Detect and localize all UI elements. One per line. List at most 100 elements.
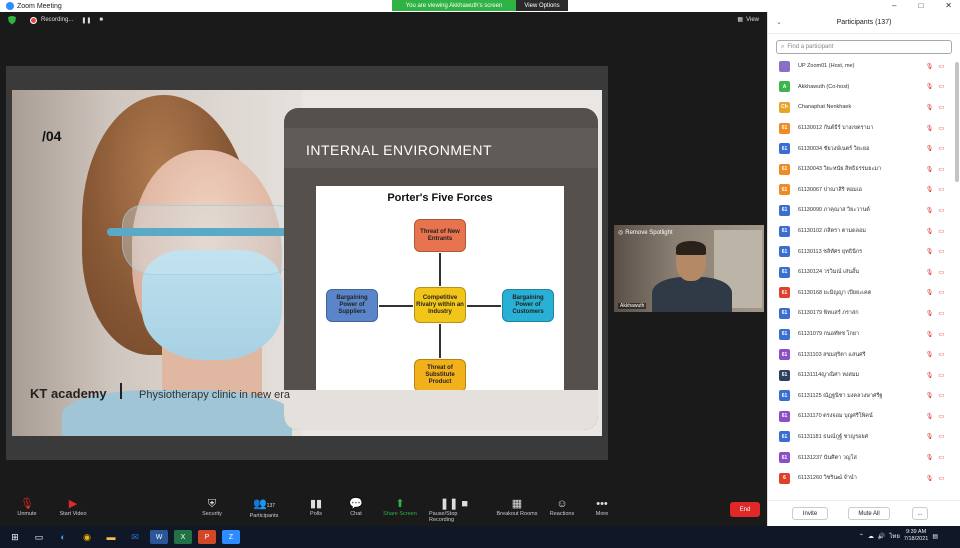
video-off-icon: ▭: [938, 84, 944, 91]
participant-row[interactable]: 6 61131260 วิชรินฒ์ จำนำ 🎙 ▭: [768, 468, 954, 489]
breakout-rooms-icon: ▦: [511, 498, 523, 510]
participant-status-icons: 🎙 ▭: [926, 310, 944, 317]
video-off-icon: ▭: [938, 104, 944, 111]
video-off-icon: ▭: [938, 413, 944, 420]
invite-button[interactable]: Invite: [792, 507, 828, 520]
participant-search-input[interactable]: ⌕ Find a participant: [776, 40, 952, 54]
mic-muted-icon: 🎙: [925, 352, 934, 359]
participant-status-icons: 🎙 ▭: [926, 392, 944, 399]
excel-icon[interactable]: X: [174, 530, 192, 544]
maximize-button[interactable]: □: [918, 1, 923, 10]
security-button[interactable]: ⛨ Security: [187, 498, 237, 517]
participant-name: 61131079 กนอทัทช โกยา: [798, 331, 860, 338]
tray-chevron-icon[interactable]: ⌃: [859, 533, 864, 540]
participant-row[interactable]: 61 61130067 ปาณาสิริ หอมเอ 🎙 ▭: [768, 180, 954, 201]
participant-list-scrollbar[interactable]: [955, 62, 959, 182]
video-off-icon: ▭: [938, 475, 944, 482]
end-meeting-button[interactable]: End: [730, 502, 760, 517]
participant-row[interactable]: 61 61130012 กันต์ธีร์ บางเขตรามา 🎙 ▭: [768, 118, 954, 139]
participant-status-icons: 🎙 ▭: [926, 125, 944, 132]
recording-label: Recording...: [41, 17, 74, 23]
video-off-icon: ▭: [938, 372, 944, 379]
participant-avatar: 61: [779, 328, 790, 340]
participant-row[interactable]: 61 61130102 ภสิตรา ตามดลอม 🎙 ▭: [768, 221, 954, 242]
chat-button[interactable]: 💬 Chat: [331, 498, 381, 517]
notifications-icon[interactable]: ▤: [932, 533, 938, 540]
clock[interactable]: 9:39 AM 7/18/2021: [904, 529, 928, 543]
minimize-button[interactable]: –: [892, 1, 896, 10]
view-options-button[interactable]: View Options: [516, 0, 568, 11]
participant-name: 61131260 วิชรินฒ์ จำนำ: [798, 475, 857, 482]
view-label: View: [746, 16, 759, 23]
collapse-panel-chevron-icon[interactable]: ⌄: [776, 18, 782, 26]
share-screen-button[interactable]: ⬆ Share Screen: [375, 498, 425, 517]
polls-icon: ▮▮: [309, 498, 323, 510]
participant-row[interactable]: 61 61131181 ธนณ์ภูฐ์ ชาญรอยศ 🎙 ▭: [768, 427, 954, 448]
participant-row[interactable]: UP Zoom01 (Host, me) 🎙 ▭: [768, 56, 954, 77]
language-indicator[interactable]: ไทย: [889, 531, 900, 541]
stop-recording-icon[interactable]: ■: [99, 17, 103, 23]
participant-status-icons: 🎙 ▭: [926, 269, 944, 276]
edge-browser-icon[interactable]: ◐: [54, 530, 72, 544]
participants-button[interactable]: 👥137 Participants: [239, 498, 289, 519]
participant-avatar: [779, 60, 790, 72]
zoom-taskbar-icon[interactable]: Z: [222, 530, 240, 544]
participant-avatar: 61: [779, 143, 790, 155]
mic-muted-icon: 🎙: [925, 146, 934, 153]
participant-row[interactable]: 61 61131170 ตรงจอม บุญศรีโพิคน์ 🎙 ▭: [768, 406, 954, 427]
participant-row[interactable]: 61 61130043 วิยะหนัย สิทธิธรรมยะมา 🎙 ▭: [768, 159, 954, 180]
video-off-icon: ▭: [938, 228, 944, 235]
video-off-icon: ▭: [938, 249, 944, 256]
task-view-icon[interactable]: ▭: [30, 530, 48, 544]
participant-row[interactable]: 61 61130124 วรวิมณ์ เส่นอั้น 🎙 ▭: [768, 262, 954, 283]
mic-muted-icon: 🎙: [925, 63, 934, 70]
start-video-button[interactable]: ▶ Start Video: [48, 498, 98, 517]
file-explorer-icon[interactable]: ▬: [102, 530, 120, 544]
participant-status-icons: 🎙 ▭: [926, 166, 944, 173]
start-menu-icon[interactable]: ⊞: [6, 530, 24, 544]
unmute-button[interactable]: 🎙 Unmute: [2, 498, 52, 517]
participant-name: 61130067 ปาณาสิริ หอมเอ: [798, 186, 862, 193]
view-button[interactable]: ▦ View: [737, 16, 759, 24]
more-button[interactable]: ••• More: [577, 498, 627, 517]
chrome-browser-icon[interactable]: ◉: [78, 530, 96, 544]
participant-name: Chanaphat Nenkhaek: [798, 104, 852, 111]
pause-stop-recording-button[interactable]: ❚❚ ■ Pause/Stop Recording: [429, 498, 479, 523]
powerpoint-icon[interactable]: P: [198, 530, 216, 544]
participant-row[interactable]: 61 61130034 ชัยวงษ์เนตร์ วิยะยอ 🎙 ▭: [768, 138, 954, 159]
box-customers: Bargaining Power of Customers: [502, 289, 554, 322]
screen-share-banner: You are viewing Akkhawuth's screen View …: [392, 0, 568, 11]
participant-row[interactable]: 61 61131103 สขมสุริตา แสนศรี 🎙 ▭: [768, 344, 954, 365]
participant-status-icons: 🎙 ▭: [926, 63, 944, 70]
outlook-icon[interactable]: ✉: [126, 530, 144, 544]
remove-spotlight-button[interactable]: ◎ Remove Spotlight: [618, 229, 673, 237]
encryption-shield-icon[interactable]: [8, 15, 16, 25]
participant-row[interactable]: 61 61131079 กนอทัทช โกยา 🎙 ▭: [768, 324, 954, 345]
participant-name: Akkhawuth (Co-host): [798, 83, 850, 90]
participant-row[interactable]: 61 61131114ญาณิศา หงสมม 🎙 ▭: [768, 365, 954, 386]
mute-all-button[interactable]: Mute All: [848, 507, 890, 520]
participant-status-icons: 🎙 ▭: [926, 351, 944, 358]
app-title: Zoom Meeting: [6, 2, 62, 10]
participant-row[interactable]: 61 61130179 พิทแสร์ ภราสก 🎙 ▭: [768, 303, 954, 324]
participant-row[interactable]: 61 61130113 ชลิทัศร ยุทธินีกร 🎙 ▭: [768, 241, 954, 262]
participants-more-button[interactable]: ...: [912, 507, 928, 520]
breakout-rooms-button[interactable]: ▦ Breakout Rooms: [492, 498, 542, 517]
participant-row[interactable]: 61 61131237 นันศิตา วญโส 🎙 ▭: [768, 447, 954, 468]
participant-row[interactable]: 61 61131125 ณัฏฐนิชา มงคลวงษาศรีฐ 🎙 ▭: [768, 386, 954, 407]
pause-recording-icon[interactable]: ❚❚: [81, 17, 91, 24]
participant-row[interactable]: A Akkhawuth (Co-host) 🎙 ▭: [768, 77, 954, 98]
participant-list: UP Zoom01 (Host, me) 🎙 ▭ A Akkhawuth (Co-hos…: [768, 56, 954, 498]
close-button[interactable]: ✕: [945, 1, 952, 10]
participant-row[interactable]: 61 61130168 ยะมิญญา เปียยะเคต 🎙 ▭: [768, 283, 954, 304]
participant-name: 61130012 กันต์ธีร์ บางเขตรามา: [798, 125, 874, 132]
participant-row[interactable]: 61 61130090 ภาคุณาส วิยะวานต์ 🎙 ▭: [768, 200, 954, 221]
video-off-icon: ▭: [938, 207, 944, 214]
participant-row[interactable]: Ch Chanaphat Nenkhaek 🎙 ▭: [768, 97, 954, 118]
word-icon[interactable]: W: [150, 530, 168, 544]
volume-icon[interactable]: 🔊: [878, 533, 885, 540]
cloud-icon[interactable]: ☁: [868, 533, 874, 540]
mic-muted-icon: 🎙: [925, 331, 934, 338]
presenter-video[interactable]: ◎ Remove Spotlight Akkhawuth: [614, 225, 764, 312]
chat-label: Chat: [350, 511, 362, 517]
